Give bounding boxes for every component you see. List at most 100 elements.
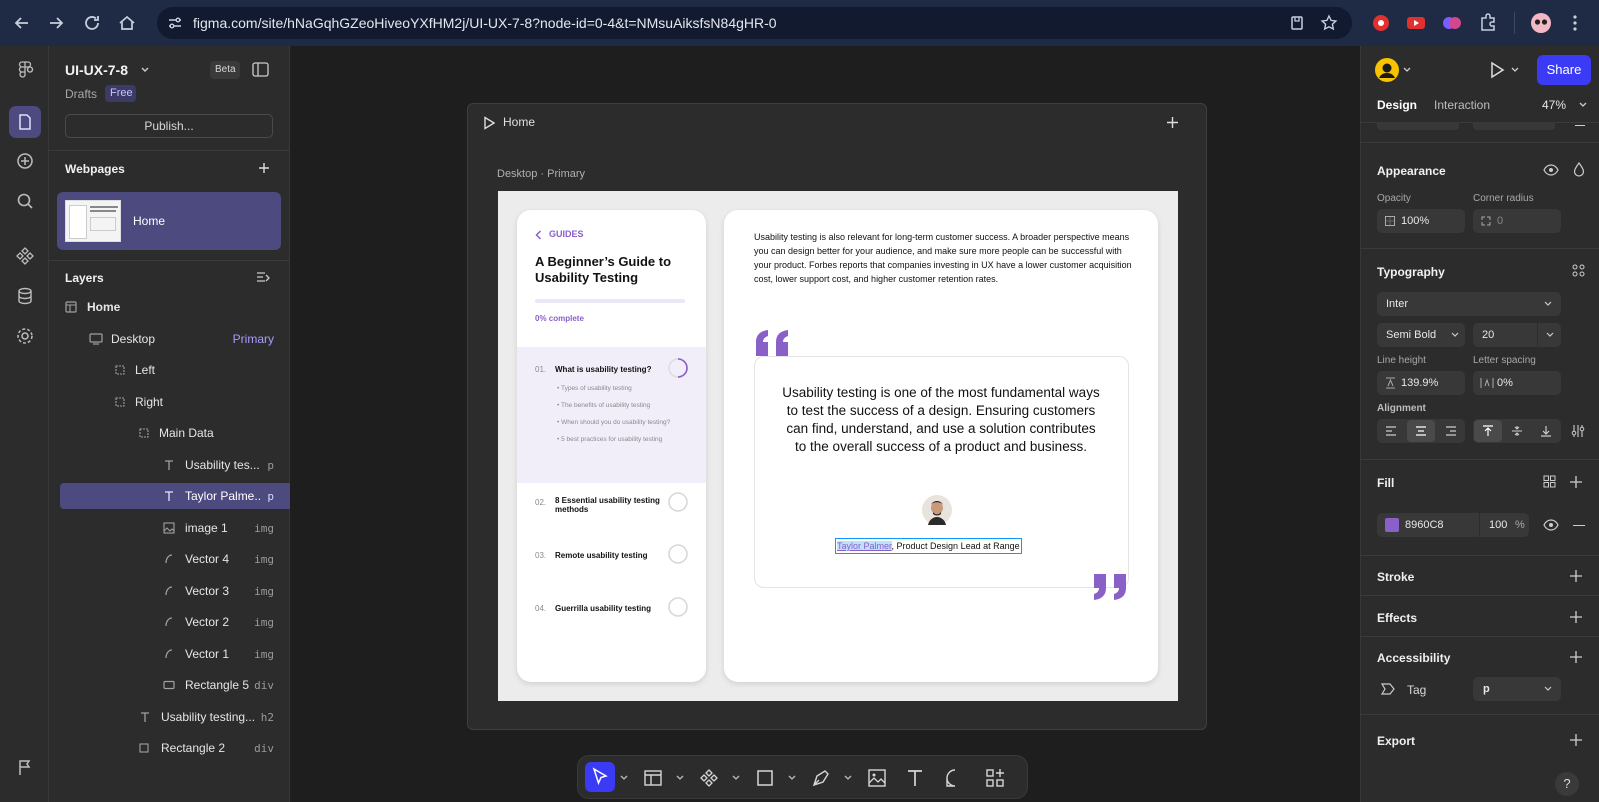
component-tool-icon[interactable] [698, 767, 720, 789]
move-tool-icon[interactable] [589, 766, 611, 788]
blend-drop-icon[interactable] [1573, 162, 1585, 177]
section-title[interactable]: Remote usability testing [555, 551, 647, 560]
play-preview-icon[interactable] [483, 116, 495, 130]
align-right-icon[interactable] [1445, 425, 1457, 437]
opacity-field[interactable]: 100% [1377, 209, 1465, 233]
chevron-down-icon[interactable] [1511, 67, 1519, 73]
subsection-item[interactable]: • 5 best practices for usability testing [557, 435, 675, 444]
file-name[interactable]: UI-UX-7-8 [65, 62, 128, 78]
profile-avatar-icon[interactable] [1530, 12, 1552, 34]
add-accessibility-icon[interactable] [1569, 650, 1583, 664]
remove-icon[interactable] [1575, 125, 1585, 126]
chevron-down-icon[interactable] [788, 774, 796, 782]
subsection-item[interactable]: • Types of usability testing [557, 384, 675, 393]
help-icon[interactable]: ? [1555, 772, 1579, 796]
chevron-left-icon[interactable] [535, 230, 542, 240]
youtube-icon[interactable] [1405, 12, 1427, 34]
chevron-down-icon[interactable] [1403, 67, 1411, 73]
layer-row-taylor-text[interactable]: Taylor Palme... p [49, 483, 290, 509]
settings-gear-icon[interactable] [15, 326, 35, 346]
back-icon[interactable] [12, 13, 32, 33]
layout-tool-icon[interactable] [642, 767, 664, 789]
layer-row-vector-2[interactable]: Vector 2 img [49, 609, 290, 635]
zoom-chevron-icon[interactable] [1579, 102, 1587, 108]
save-page-icon[interactable] [1289, 15, 1305, 31]
bookmark-star-icon[interactable] [1320, 14, 1338, 32]
subsection-item[interactable]: • The benefits of usability testing [557, 401, 675, 410]
fill-visibility-eye-icon[interactable] [1543, 518, 1559, 532]
chevron-down-icon[interactable] [732, 774, 740, 782]
font-weight-select[interactable]: Semi Bold [1377, 323, 1465, 347]
zoom-level[interactable]: 47% [1542, 98, 1566, 112]
add-export-icon[interactable] [1569, 733, 1583, 747]
add-icon[interactable] [15, 151, 35, 171]
tab-interaction[interactable]: Interaction [1434, 98, 1490, 112]
fill-hex-value[interactable]: 8960C8 [1405, 519, 1444, 531]
layer-row-usability-text[interactable]: Usability tes... p [49, 452, 290, 478]
file-location[interactable]: Drafts [65, 87, 97, 101]
plan-badge[interactable]: Free [105, 85, 136, 102]
layer-row-main-data[interactable]: Main Data [49, 420, 290, 446]
add-fill-icon[interactable] [1569, 475, 1583, 489]
guide-sidebar-card[interactable]: GUIDES A Beginner’s Guide to Usability T… [517, 210, 706, 682]
url-text[interactable]: figma.com/site/hNaGqhGZeoHiveoYXfHM2j/UI… [193, 15, 777, 31]
add-effect-icon[interactable] [1569, 610, 1583, 624]
webpage-item-home[interactable]: Home [57, 192, 281, 250]
corner-radius-field[interactable]: 0 [1473, 209, 1561, 233]
article-content-card[interactable]: Usability testing is also relevant for l… [724, 210, 1158, 682]
actions-tool-icon[interactable] [984, 767, 1006, 789]
user-avatar-icon[interactable] [1375, 58, 1399, 82]
figma-logo-icon[interactable] [15, 60, 35, 80]
forward-icon[interactable] [46, 13, 66, 33]
feedback-flag-icon[interactable] [15, 758, 35, 778]
share-button[interactable]: Share [1537, 55, 1591, 85]
fill-color-swatch[interactable] [1385, 518, 1399, 532]
reload-icon[interactable] [82, 13, 102, 33]
align-left-icon[interactable] [1385, 425, 1397, 437]
align-center-icon[interactable] [1415, 425, 1427, 437]
align-top-icon[interactable] [1482, 425, 1494, 437]
layer-row-usability-heading[interactable]: Usability testing... h2 [49, 704, 290, 730]
section-title[interactable]: 8 Essential usability testing methods [555, 496, 663, 514]
site-settings-icon[interactable] [167, 15, 183, 31]
layer-row-image-1[interactable]: image 1 img [49, 515, 290, 541]
rectangle-tool-icon[interactable] [754, 767, 776, 789]
layer-row-left[interactable]: Left [49, 357, 290, 383]
layer-row-vector-3[interactable]: Vector 3 img [49, 578, 290, 604]
visibility-eye-icon[interactable] [1543, 163, 1559, 177]
panel-toggle-icon[interactable] [252, 62, 269, 77]
align-middle-icon[interactable] [1511, 425, 1523, 437]
layer-row-right[interactable]: Right [49, 389, 290, 415]
pen-tool-icon[interactable] [810, 767, 832, 789]
chevron-down-icon[interactable] [676, 774, 684, 782]
letter-spacing-field[interactable]: 0% [1473, 371, 1561, 395]
extension-red-icon[interactable] [1370, 12, 1392, 34]
section-title[interactable]: Guerrilla usability testing [555, 604, 651, 613]
layer-row-vector-4[interactable]: Vector 4 img [49, 546, 290, 572]
article-paragraph[interactable]: Usability testing is also relevant for l… [754, 230, 1134, 286]
author-caption-selected[interactable]: Taylor Palmer, Product Design Lead at Ra… [835, 538, 1022, 554]
back-to-guides-link[interactable]: GUIDES [549, 229, 584, 239]
layer-row-desktop[interactable]: Desktop Primary [49, 326, 290, 352]
extensions-puzzle-icon[interactable] [1477, 12, 1499, 34]
comment-tool-icon[interactable] [944, 767, 966, 789]
file-menu-chevron-icon[interactable] [141, 67, 149, 73]
fill-opacity-value[interactable]: 100 [1489, 519, 1507, 531]
home-icon[interactable] [117, 13, 137, 33]
text-styles-grid-icon[interactable] [1572, 264, 1585, 277]
layer-row-rectangle-5[interactable]: Rectangle 5 div [49, 672, 290, 698]
tag-select[interactable]: p [1473, 677, 1561, 701]
testimonial-quote[interactable]: Usability testing is one of the most fun… [782, 384, 1100, 456]
add-webpage-icon[interactable] [258, 162, 270, 174]
image-tool-icon[interactable] [866, 767, 888, 789]
chevron-down-icon[interactable] [1546, 332, 1554, 338]
fill-color-field[interactable]: 8960C8 100 % [1377, 513, 1529, 537]
add-breakpoint-icon[interactable] [1166, 116, 1179, 129]
text-settings-icon[interactable] [1571, 424, 1585, 438]
browser-menu-icon[interactable] [1572, 14, 1578, 32]
text-tool-icon[interactable] [904, 767, 926, 789]
desktop-primary-page[interactable]: GUIDES A Beginner’s Guide to Usability T… [498, 191, 1178, 701]
chevron-down-icon[interactable] [844, 774, 852, 782]
extension-brain-icon[interactable] [1441, 12, 1463, 34]
database-icon[interactable] [15, 286, 35, 306]
